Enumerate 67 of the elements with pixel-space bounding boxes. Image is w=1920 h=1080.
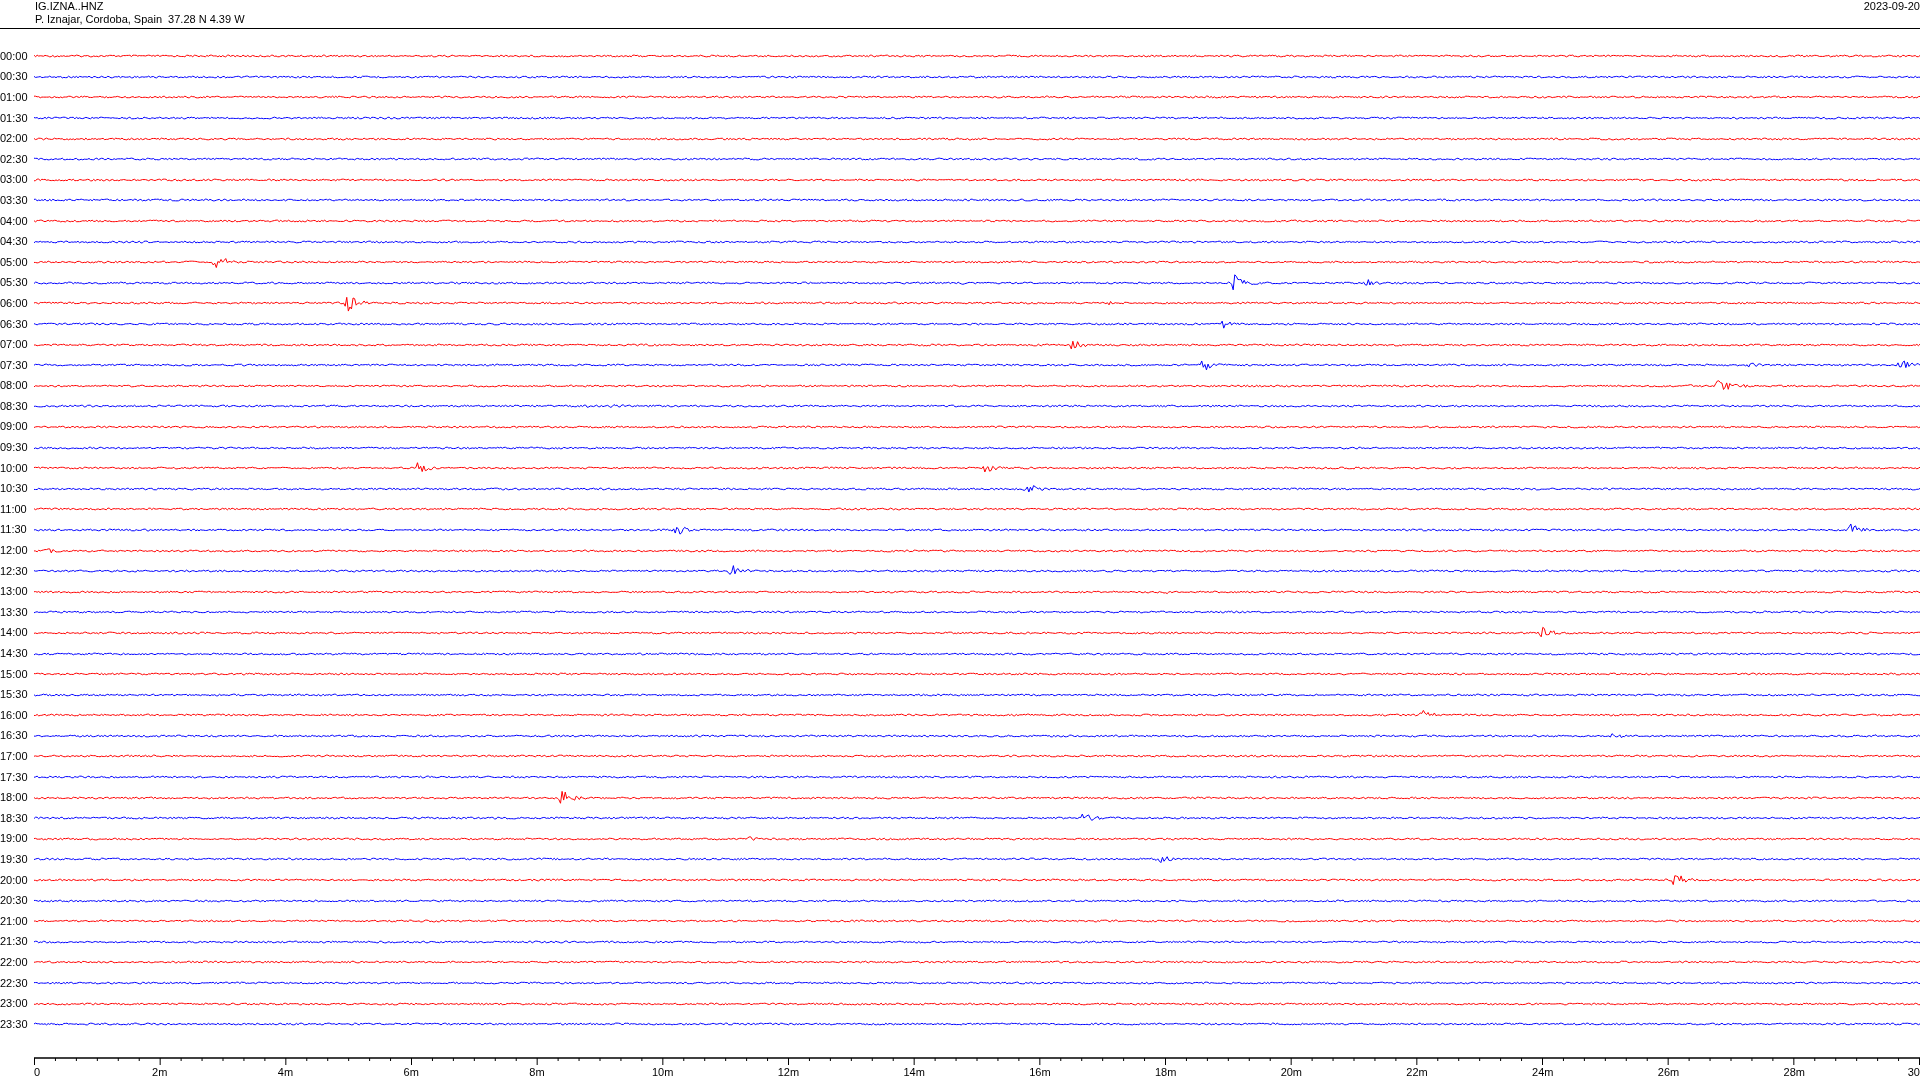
time-label: 02:00 xyxy=(0,132,29,146)
axis-label: 30 xyxy=(1907,1065,1920,1079)
time-label: 09:00 xyxy=(0,420,29,434)
time-label: 07:30 xyxy=(0,358,29,372)
time-label: 05:30 xyxy=(0,276,29,290)
time-label: 01:00 xyxy=(0,91,29,104)
time-label: 16:00 xyxy=(0,708,29,722)
time-label: 23:30 xyxy=(0,1017,29,1031)
axis-label: 0 xyxy=(34,1065,41,1079)
record-date: 2023-09-20 xyxy=(1863,0,1920,13)
time-label: 14:00 xyxy=(0,626,29,640)
time-label: 18:00 xyxy=(0,791,29,805)
time-label: 09:30 xyxy=(0,441,29,455)
time-label: 00:30 xyxy=(0,70,29,84)
time-label: 03:30 xyxy=(0,193,29,207)
time-label: 04:30 xyxy=(0,235,29,249)
time-label: 15:00 xyxy=(0,667,29,681)
time-label: 19:30 xyxy=(0,852,29,866)
time-label: 20:30 xyxy=(0,894,29,908)
time-label: 07:00 xyxy=(0,338,29,352)
time-label: 08:00 xyxy=(0,379,29,393)
time-label: 17:30 xyxy=(0,770,29,784)
time-label: 20:00 xyxy=(0,873,29,887)
time-label: 04:00 xyxy=(0,214,29,228)
axis-label: 18m xyxy=(1154,1065,1177,1079)
time-label: 02:30 xyxy=(0,152,29,166)
time-label: 13:30 xyxy=(0,605,29,619)
time-label: 06:30 xyxy=(0,317,29,331)
time-label: 17:00 xyxy=(0,750,29,763)
axis-label: 2m xyxy=(152,1065,168,1079)
time-label: 13:00 xyxy=(0,585,29,599)
time-label: 12:30 xyxy=(0,564,29,578)
time-label: 08:30 xyxy=(0,399,29,413)
time-label: 21:30 xyxy=(0,935,29,949)
axis-label: 22m xyxy=(1406,1065,1428,1079)
axis-label: 12m xyxy=(777,1065,800,1079)
axis-label: 16m xyxy=(1029,1065,1051,1079)
axis-label: 10m xyxy=(651,1065,674,1079)
axis-label: 26m xyxy=(1657,1065,1680,1079)
axis-label: 20m xyxy=(1280,1065,1303,1079)
time-label: 06:00 xyxy=(0,296,29,310)
time-label: 23:00 xyxy=(0,997,29,1011)
axis-label: 28m xyxy=(1783,1065,1805,1079)
time-label: 10:30 xyxy=(0,482,29,496)
axis-label: 14m xyxy=(903,1065,925,1079)
time-label: 14:30 xyxy=(0,647,29,660)
time-label: 01:30 xyxy=(0,111,29,125)
time-label: 11:30 xyxy=(0,523,28,537)
station-channel: IG.IZNA..HNZ xyxy=(35,0,105,13)
time-label: 10:00 xyxy=(0,461,29,475)
axis-label: 4m xyxy=(277,1065,294,1079)
time-label: 11:00 xyxy=(0,502,28,516)
time-label: 05:00 xyxy=(0,255,29,269)
station-location: P. Iznajar, Cordoba, Spain 37.28 N 4.39 W xyxy=(35,13,245,26)
time-label: 21:00 xyxy=(0,914,29,928)
time-label: 16:30 xyxy=(0,729,29,743)
axis-label: 8m xyxy=(529,1065,545,1079)
time-label: 22:30 xyxy=(0,976,29,990)
time-label: 18:30 xyxy=(0,811,29,825)
time-label: 15:30 xyxy=(0,688,29,702)
axis-label: 24m xyxy=(1532,1065,1554,1079)
axis-label: 6m xyxy=(403,1065,419,1079)
time-label: 03:00 xyxy=(0,173,29,187)
time-label: 19:00 xyxy=(0,832,29,846)
time-label: 12:00 xyxy=(0,544,29,558)
time-label: 00:00 xyxy=(0,49,29,63)
time-label: 22:00 xyxy=(0,955,29,969)
